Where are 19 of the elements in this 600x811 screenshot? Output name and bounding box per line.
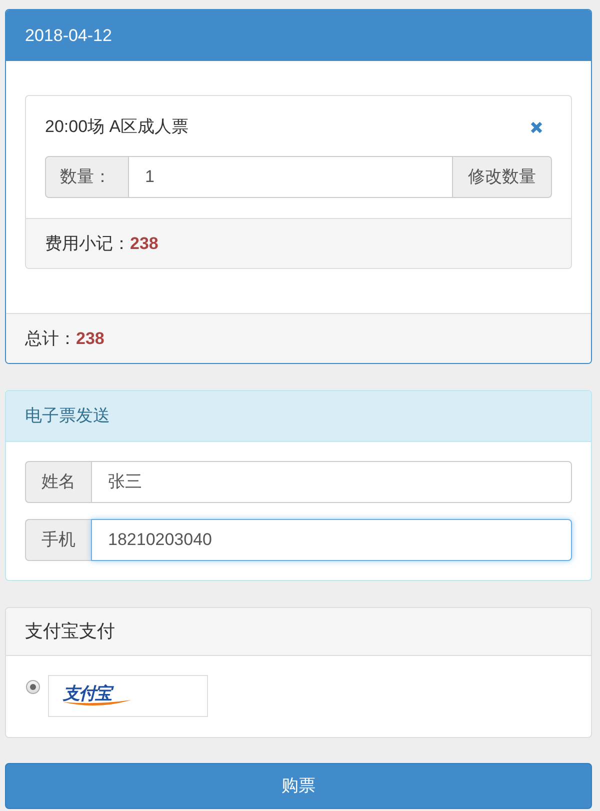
panel-title: 电子票发送 (25, 405, 110, 428)
update-quantity-button[interactable]: 修改数量 (452, 156, 552, 198)
quantity-field[interactable]: 1 (129, 156, 452, 198)
logo-text: 支付宝 (63, 684, 111, 702)
text-field[interactable]: 张三 (91, 461, 572, 503)
quantity-label: 数量： (45, 156, 129, 198)
order-date: 2018-04-12 (25, 24, 112, 47)
subtotal-label: 费用小记： (45, 232, 130, 255)
total-value: 238 (76, 328, 104, 350)
subtotal-value: 238 (130, 232, 158, 255)
field-label: 手机 (25, 519, 91, 561)
radio-button[interactable] (26, 680, 40, 694)
total-label: 总计： (25, 328, 76, 350)
field-label: 姓名 (25, 461, 91, 503)
ticket-title: 20:00场 A区成人票 (45, 116, 189, 138)
buy-button[interactable]: 购票 (5, 763, 592, 809)
panel-title: 支付宝支付 (25, 620, 115, 643)
close-icon[interactable] (529, 120, 544, 134)
text-field[interactable]: 18210203040 (91, 519, 572, 561)
